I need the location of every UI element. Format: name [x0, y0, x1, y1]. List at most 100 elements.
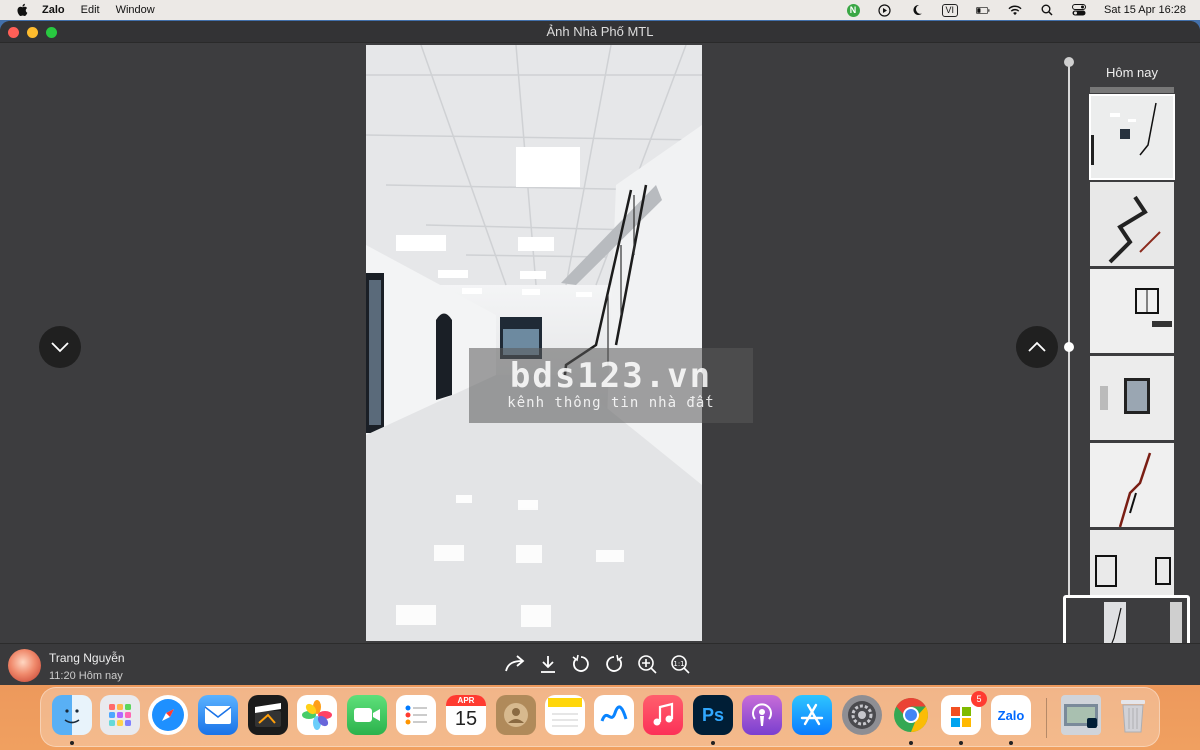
dock-facetime[interactable] — [347, 695, 387, 735]
thumbnail-partial[interactable] — [1090, 87, 1174, 93]
finder-icon — [64, 709, 80, 724]
download-button[interactable] — [537, 653, 559, 675]
photo-viewer-window: Ảnh Nhà Phố MTL bds123.vn kênh thông tin… — [0, 21, 1200, 685]
calendar-day: 15 — [454, 708, 478, 730]
dock-launchpad[interactable] — [100, 695, 140, 735]
thumbnail-5[interactable] — [1090, 443, 1174, 527]
input-source-indicator[interactable]: VI — [941, 3, 959, 17]
thumbnail-strip — [1089, 87, 1175, 617]
dock-separator — [1046, 698, 1047, 738]
timeline-current-marker[interactable] — [1064, 342, 1074, 352]
notification-badge: 5 — [971, 691, 987, 707]
moon-icon[interactable] — [910, 3, 924, 17]
battery-icon[interactable] — [976, 3, 990, 17]
download-icon — [541, 656, 555, 673]
watermark: bds123.vn kênh thông tin nhà đất — [469, 348, 753, 423]
control-center-icon[interactable] — [1072, 3, 1087, 17]
dock-freeform[interactable] — [594, 695, 634, 735]
dock-app-store[interactable] — [792, 695, 832, 735]
zalo-running-indicator — [1009, 741, 1013, 745]
dock-contacts[interactable] — [496, 695, 536, 735]
previous-photo-up-button[interactable] — [1016, 326, 1058, 368]
podcasts-icon — [752, 703, 772, 726]
contacts-person-icon — [504, 703, 528, 727]
thumbnail-4[interactable] — [1090, 356, 1174, 440]
menu-app-zalo[interactable]: Zalo — [42, 4, 65, 16]
timeline-start-marker[interactable] — [1064, 57, 1074, 67]
app-store-icon — [800, 703, 824, 726]
dock-notes[interactable] — [545, 695, 585, 735]
timeline-track[interactable] — [1068, 61, 1070, 621]
photos-flower-icon — [302, 700, 332, 730]
calendar-month: APR — [446, 695, 486, 706]
launchpad-icon — [109, 704, 131, 726]
trash-icon — [1121, 700, 1145, 733]
timeline-date-label: Hôm nay — [1105, 65, 1159, 80]
zalo-label: Zalo — [997, 707, 1025, 723]
thumbnail-2[interactable] — [1090, 182, 1174, 266]
apple-menu-icon[interactable] — [16, 3, 30, 17]
chrome-running-indicator — [909, 741, 913, 745]
main-photo[interactable] — [366, 45, 702, 641]
grammar-app-icon[interactable]: N — [846, 3, 860, 17]
clapperboard-icon — [255, 703, 281, 727]
dock-zalo[interactable]: Zalo — [991, 695, 1031, 735]
watermark-sub-text: kênh thông tin nhà đất — [507, 395, 715, 411]
next-photo-down-button[interactable] — [39, 326, 81, 368]
play-circle-icon[interactable] — [878, 3, 892, 17]
sender-name[interactable]: Trang Nguyễn — [49, 651, 125, 665]
mail-envelope-icon — [204, 706, 232, 724]
microsoft-store-icon — [951, 707, 971, 727]
sender-avatar[interactable] — [8, 649, 41, 682]
thumbnail-1[interactable] — [1089, 94, 1175, 180]
zoom-in-icon — [638, 655, 657, 674]
menu-edit[interactable]: Edit — [81, 4, 100, 16]
maximize-window-button[interactable] — [46, 27, 57, 38]
dock-mail[interactable] — [198, 695, 238, 735]
menu-bar: Zalo Edit Window N VI Sat 15 Apr 16:28 — [0, 0, 1200, 20]
rotate-right-button[interactable] — [603, 653, 625, 675]
freeform-squiggle-icon — [600, 705, 628, 722]
menu-window[interactable]: Window — [116, 4, 155, 16]
window-thumbnail-icon — [1064, 704, 1098, 728]
dock-recent-window[interactable] — [1061, 695, 1101, 735]
minimize-window-button[interactable] — [27, 27, 38, 38]
safari-compass-icon — [152, 699, 184, 731]
dock-photoshop[interactable]: Ps — [693, 695, 733, 735]
dock-safari[interactable] — [148, 695, 188, 735]
dock-microsoft-store[interactable]: 5 — [941, 691, 987, 735]
notes-icon — [548, 698, 582, 727]
rotate-right-icon — [606, 654, 623, 672]
reminders-list-icon — [405, 705, 427, 725]
search-icon[interactable] — [1040, 3, 1054, 17]
dock-system-settings[interactable] — [842, 695, 882, 735]
share-forward-button[interactable] — [504, 653, 526, 675]
svg-text:1:1: 1:1 — [673, 660, 684, 668]
viewer-toolbar: Trang Nguyễn 11:20 Hôm nay 1:1 — [0, 643, 1200, 685]
dock-music[interactable] — [643, 695, 683, 735]
sender-time: 11:20 Hôm nay — [49, 670, 123, 682]
dock-calendar[interactable]: APR 15 — [446, 695, 486, 735]
dock-chrome[interactable] — [891, 695, 931, 735]
photoshop-label: Ps — [701, 704, 725, 725]
dock-photos[interactable] — [297, 695, 337, 735]
chevron-up-icon — [1028, 341, 1046, 352]
clock-datetime[interactable]: Sat 15 Apr 16:28 — [1104, 4, 1186, 16]
dock-trash[interactable] — [1113, 695, 1153, 735]
dock-finder[interactable] — [52, 695, 92, 735]
rotate-left-button[interactable] — [570, 653, 592, 675]
photoshop-running-indicator — [711, 741, 715, 745]
video-camera-icon — [354, 708, 380, 722]
wifi-icon[interactable] — [1008, 3, 1022, 17]
chrome-icon — [894, 698, 928, 732]
dock-final-cut[interactable] — [248, 695, 288, 735]
window-title: Ảnh Nhà Phố MTL — [546, 24, 654, 39]
dock-reminders[interactable] — [396, 695, 436, 735]
thumbnail-3[interactable] — [1090, 269, 1174, 353]
zoom-in-button[interactable] — [636, 653, 658, 675]
actual-size-button[interactable]: 1:1 — [669, 653, 691, 675]
title-bar: Ảnh Nhà Phố MTL — [0, 21, 1200, 43]
dock-podcasts[interactable] — [742, 695, 782, 735]
store-running-indicator — [959, 741, 963, 745]
close-window-button[interactable] — [8, 27, 19, 38]
